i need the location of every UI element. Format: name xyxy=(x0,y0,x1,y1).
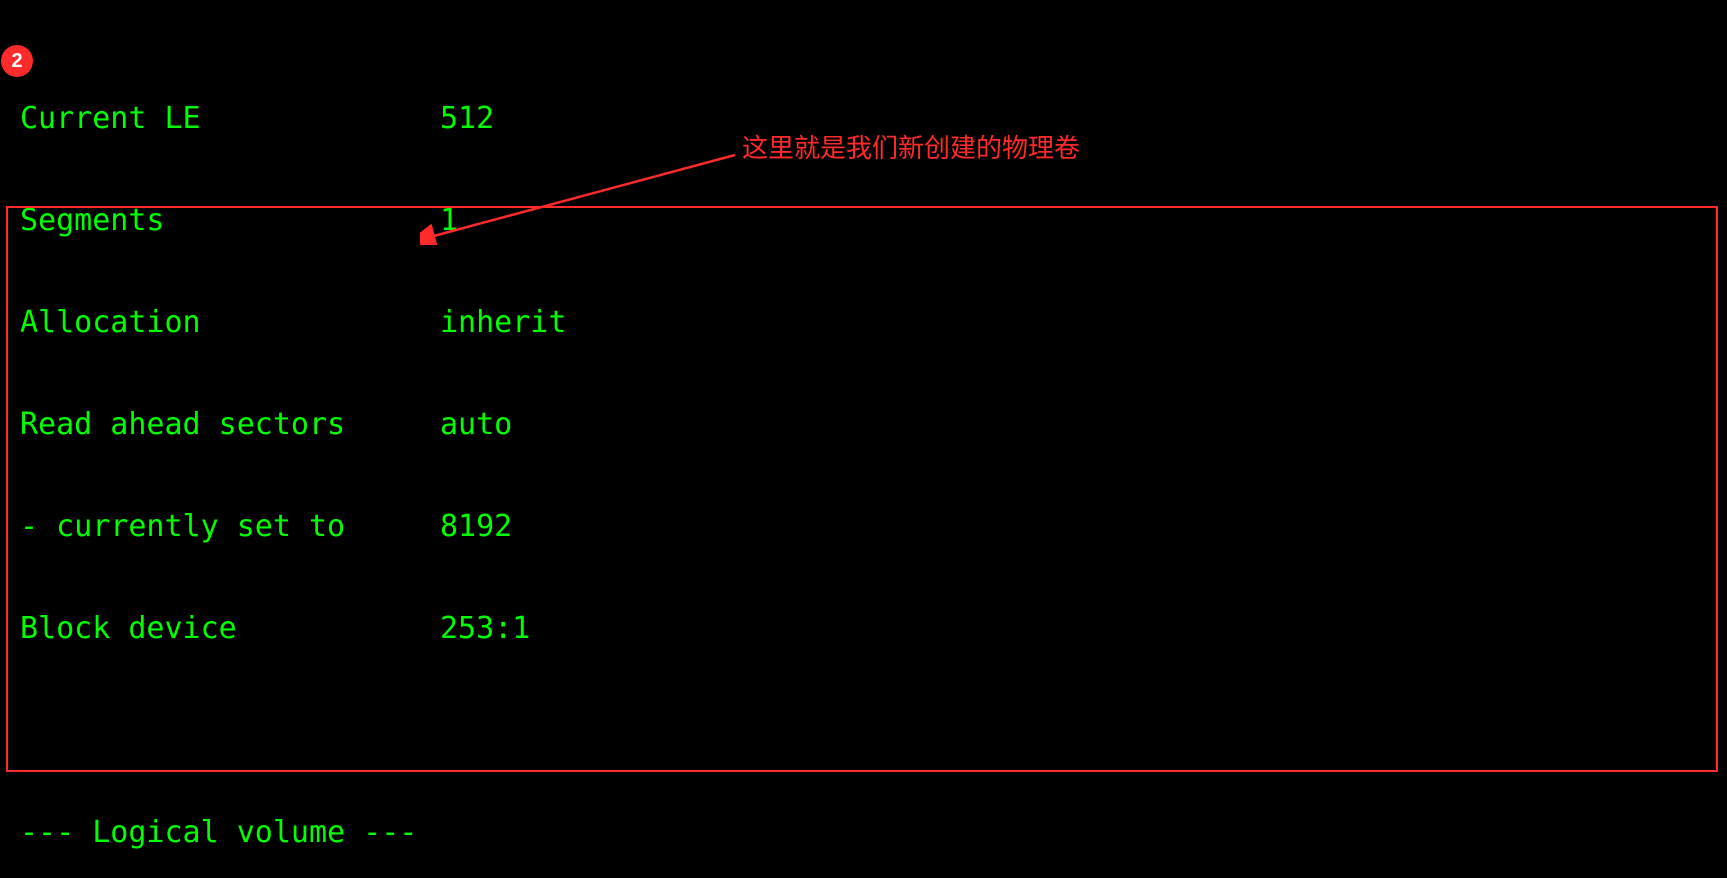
lv-prev-read-ahead: Read ahead sectorsauto xyxy=(20,408,1126,442)
lv-prev-allocation: Allocationinherit xyxy=(20,306,1126,340)
lv-prev-block-dev: Block device253:1 xyxy=(20,612,1126,646)
logical-volume-header: --- Logical volume --- xyxy=(20,816,1126,850)
blank-line xyxy=(20,714,1126,748)
lv-prev-segments: Segments1 xyxy=(20,204,1126,238)
annotation-text: 这里就是我们新创建的物理卷 xyxy=(742,128,1080,165)
lv-prev-curr-set: - currently set to8192 xyxy=(20,510,1126,544)
